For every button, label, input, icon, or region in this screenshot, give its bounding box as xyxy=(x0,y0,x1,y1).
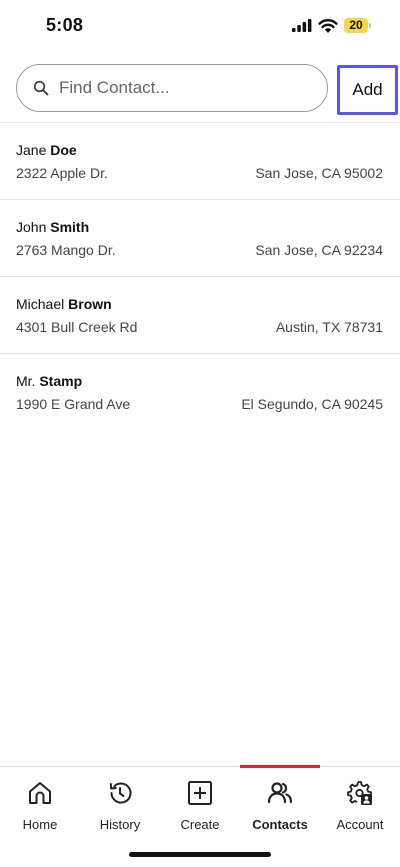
contact-name: Mr. Stamp xyxy=(16,373,82,389)
wifi-icon xyxy=(318,19,338,33)
status-bar: 5:08 20 xyxy=(0,0,400,52)
search-box[interactable] xyxy=(16,64,328,112)
contact-name: Michael Brown xyxy=(16,296,112,312)
contact-city: San Jose, CA 95002 xyxy=(255,165,383,181)
contact-first-name: Jane xyxy=(16,142,47,158)
contact-item[interactable]: Jane Doe 2322 Apple Dr. San Jose, CA 950… xyxy=(0,123,400,199)
active-tab-indicator xyxy=(240,765,320,768)
contact-last-name: Brown xyxy=(68,296,112,312)
tab-label: Home xyxy=(22,817,58,832)
tab-home[interactable]: Home xyxy=(0,767,80,837)
tab-history[interactable]: History xyxy=(80,767,160,837)
contact-city: Austin, TX 78731 xyxy=(275,319,383,335)
tab-label: Account xyxy=(336,817,384,832)
contact-first-name: Mr. xyxy=(16,373,36,389)
create-icon xyxy=(188,781,212,805)
contact-item[interactable]: Michael Brown 4301 Bull Creek Rd Austin,… xyxy=(0,277,400,353)
contact-item[interactable]: John Smith 2763 Mango Dr. San Jose, CA 9… xyxy=(0,200,400,276)
tab-create[interactable]: Create xyxy=(160,767,240,837)
contacts-icon xyxy=(267,782,293,804)
add-contact-button[interactable]: Add xyxy=(337,65,398,115)
find-contact-input[interactable] xyxy=(59,75,309,101)
contact-city: El Segundo, CA 90245 xyxy=(241,396,383,412)
contact-city: San Jose, CA 92234 xyxy=(255,242,383,258)
account-settings-icon xyxy=(347,781,372,805)
contact-name: Jane Doe xyxy=(16,142,77,158)
home-indicator xyxy=(129,852,271,857)
tab-label: Contacts xyxy=(252,817,308,832)
battery-icon: 20 xyxy=(344,18,372,33)
status-time: 5:08 xyxy=(46,15,84,35)
contact-street: 1990 E Grand Ave xyxy=(16,396,131,412)
battery-level: 20 xyxy=(344,18,368,33)
history-icon xyxy=(109,782,132,804)
tab-contacts[interactable]: Contacts xyxy=(240,765,320,837)
search-icon xyxy=(33,80,49,96)
tab-label: History xyxy=(99,817,141,832)
contact-last-name: Doe xyxy=(50,142,77,158)
contact-list: Jane Doe 2322 Apple Dr. San Jose, CA 950… xyxy=(0,122,400,430)
tab-label: Create xyxy=(180,817,220,832)
contact-last-name: Smith xyxy=(50,219,90,235)
search-row: Add xyxy=(0,62,400,118)
contact-first-name: John xyxy=(16,219,47,235)
home-icon xyxy=(29,782,51,804)
contact-item[interactable]: Mr. Stamp 1990 E Grand Ave El Segundo, C… xyxy=(0,354,400,430)
contact-last-name: Stamp xyxy=(39,373,83,389)
contact-street: 2763 Mango Dr. xyxy=(16,242,116,258)
contact-name: John Smith xyxy=(16,219,89,235)
contact-first-name: Michael xyxy=(16,296,65,312)
tab-account[interactable]: Account xyxy=(320,767,400,837)
contact-street: 4301 Bull Creek Rd xyxy=(16,319,138,335)
cellular-signal-icon xyxy=(292,19,312,32)
contact-street: 2322 Apple Dr. xyxy=(16,165,108,181)
